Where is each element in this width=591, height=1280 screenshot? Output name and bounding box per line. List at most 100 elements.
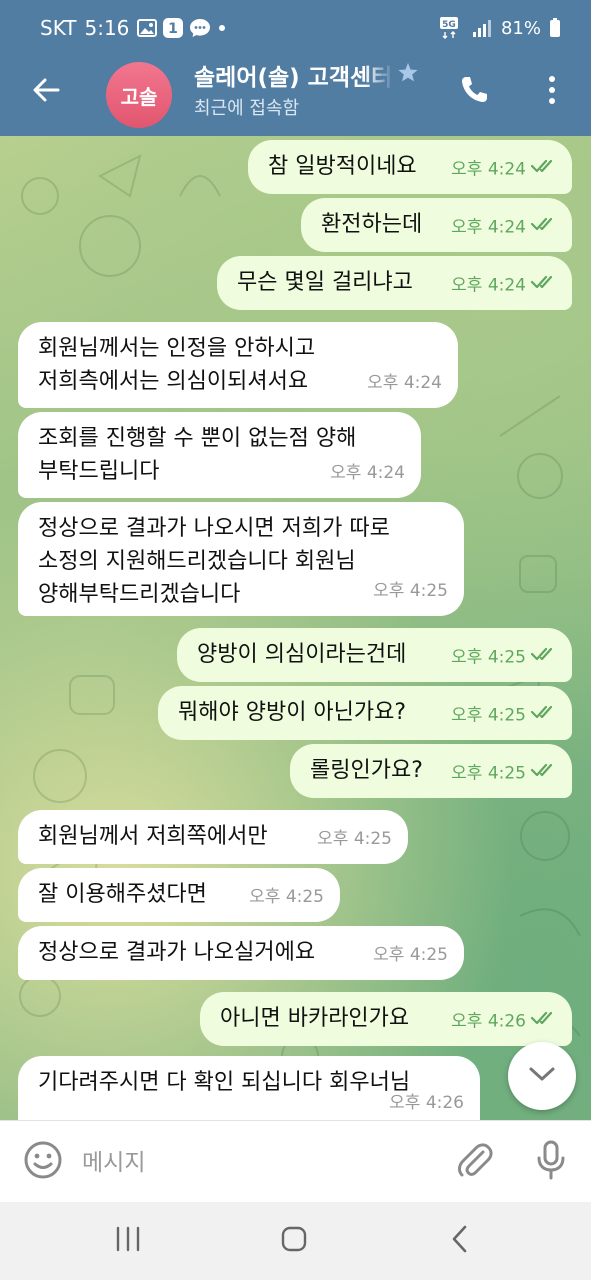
message-time: 오후 4:25 [249, 887, 324, 907]
message-meta: 오후 4:24 [451, 211, 558, 245]
star-icon [396, 61, 420, 89]
network-5g-icon: 5G [439, 16, 463, 40]
message-bubble-icon [189, 18, 211, 38]
more-vertical-icon [547, 75, 557, 109]
message-time: 오후 4:24 [367, 373, 442, 393]
chat-title-block[interactable]: 솔레어(솔) 고객센터 최근에 접속함 [194, 58, 424, 120]
message-meta: 오후 4:24 [451, 269, 558, 303]
message-text: 참 일방적이네요 [268, 154, 417, 179]
message-bubble-outgoing[interactable]: 환전하는데 오후 4:24 [301, 198, 572, 252]
system-nav-bar [0, 1202, 591, 1280]
recent-apps-button[interactable] [106, 1219, 150, 1263]
attach-button[interactable] [452, 1139, 498, 1185]
message-time: 오후 4:26 [451, 1011, 526, 1031]
message-text: 정상으로 결과가 나오시면 저희가 따로 소정의 지원해드리겠습니다 회원님 양… [38, 516, 390, 607]
message-time: 오후 4:25 [451, 647, 526, 667]
phone-icon [458, 74, 490, 110]
badge-one-icon: 1 [163, 18, 184, 38]
message-text: 양방이 의심이라는건데 [197, 642, 407, 667]
message-bubble-outgoing[interactable]: 양방이 의심이라는건데 오후 4:25 [177, 628, 572, 682]
chat-title: 솔레어(솔) 고객센터 [194, 65, 393, 91]
message-bubble-incoming[interactable]: 잘 이용해주셨다면 오후 4:25 [18, 868, 340, 922]
double-check-icon [530, 1005, 558, 1038]
back-icon [450, 1224, 470, 1258]
message-bubble-incoming[interactable]: 기다려주시면 다 확인 되십니다 회우너님 오후 4:26 [18, 1056, 480, 1120]
dot-icon [217, 23, 227, 33]
home-button[interactable] [272, 1219, 316, 1263]
scroll-to-bottom-button[interactable] [508, 1042, 576, 1110]
message-time: 오후 4:24 [330, 463, 405, 483]
more-options-button[interactable] [530, 70, 574, 114]
chevron-down-icon [527, 1064, 557, 1088]
avatar[interactable]: 고솔 [106, 62, 172, 128]
chat-area[interactable]: 참 일방적이네요 오후 4:24 환전하는데 오후 4:24 무슨 몇일 걸리냐… [0, 136, 591, 1120]
message-text: 회원님께서는 인정을 안하시고 저희측에서는 의심이되셔서요 [38, 336, 316, 394]
message-meta: 오후 4:26 [451, 1005, 558, 1039]
message-text: 잘 이용해주셨다면 [38, 882, 207, 907]
message-meta: 오후 4:25 [451, 641, 558, 675]
message-text: 롤링인가요? [310, 758, 423, 783]
avatar-initials: 고솔 [120, 84, 158, 109]
system-back-button[interactable] [438, 1219, 482, 1263]
message-bubble-incoming[interactable]: 정상으로 결과가 나오실거에요 오후 4:25 [18, 926, 464, 980]
double-check-icon [530, 699, 558, 732]
message-time: 오후 4:24 [451, 217, 526, 237]
message-bubble-incoming[interactable]: 정상으로 결과가 나오시면 저희가 따로 소정의 지원해드리겠습니다 회원님 양… [18, 502, 464, 616]
message-text: 회원님께서 저희쪽에서만 [38, 824, 268, 849]
double-check-icon [530, 211, 558, 244]
notification-icons: 1 [137, 18, 227, 38]
message-bubble-outgoing[interactable]: 아니면 바카라인가요 오후 4:26 [200, 992, 572, 1046]
call-button[interactable] [452, 70, 496, 114]
message-input[interactable] [80, 1137, 444, 1189]
message-text: 환전하는데 [321, 212, 423, 237]
message-text: 기다려주시면 다 확인 되십니다 회우너님 [38, 1070, 411, 1095]
double-check-icon [530, 757, 558, 790]
status-bar: SKT 5:16 1 5G 81% [0, 0, 591, 56]
message-bubble-incoming[interactable]: 회원님께서 저희쪽에서만 오후 4:25 [18, 810, 408, 864]
message-bubble-incoming[interactable]: 회원님께서는 인정을 안하시고 저희측에서는 의심이되셔서요 오후 4:24 [18, 322, 458, 408]
home-icon [280, 1225, 308, 1257]
message-text: 아니면 바카라인가요 [220, 1006, 410, 1031]
microphone-icon [533, 1139, 569, 1185]
double-check-icon [530, 641, 558, 674]
carrier-label: SKT [40, 16, 77, 40]
message-bubble-outgoing[interactable]: 무슨 몇일 걸리냐고 오후 4:24 [217, 256, 572, 310]
clock: 5:16 [84, 16, 130, 40]
badge-count: 1 [169, 21, 179, 37]
status-right: 5G 81% [439, 16, 561, 40]
message-bubble-outgoing[interactable]: 참 일방적이네요 오후 4:24 [248, 140, 572, 194]
message-time: 오후 4:25 [451, 705, 526, 725]
network-label: 5G [442, 20, 456, 30]
double-check-icon [530, 269, 558, 302]
gallery-icon [137, 19, 158, 37]
message-text: 뭐해야 양방이 아닌가요? [178, 700, 407, 725]
emoji-button[interactable] [20, 1139, 66, 1185]
message-time: 오후 4:25 [373, 945, 448, 965]
message-bubble-incoming[interactable]: 조회를 진행할 수 뿐이 없는점 양해 부탁드립니다 오후 4:24 [18, 412, 421, 498]
battery-icon [549, 18, 561, 38]
chat-header: 고솔 솔레어(솔) 고객센터 최근에 접속함 [0, 56, 591, 136]
message-time: 오후 4:25 [317, 829, 392, 849]
battery-percent: 81% [500, 17, 541, 39]
status-left: SKT 5:16 1 [40, 16, 227, 40]
message-text: 정상으로 결과가 나오실거에요 [38, 940, 316, 965]
attach-paperclip-icon [455, 1140, 495, 1184]
back-arrow-icon [31, 75, 61, 109]
back-button[interactable] [24, 70, 68, 114]
message-meta: 오후 4:24 [451, 153, 558, 187]
emoji-icon [23, 1140, 63, 1184]
message-text: 조회를 진행할 수 뿐이 없는점 양해 부탁드립니다 [38, 426, 357, 484]
message-bubble-outgoing[interactable]: 뭐해야 양방이 아닌가요? 오후 4:25 [158, 686, 572, 740]
message-time: 오후 4:25 [373, 581, 448, 601]
message-time: 오후 4:25 [451, 763, 526, 783]
microphone-button[interactable] [528, 1139, 574, 1185]
message-time: 오후 4:26 [389, 1093, 464, 1113]
chat-status: 최근에 접속함 [194, 98, 300, 119]
message-bubble-outgoing[interactable]: 롤링인가요? 오후 4:25 [290, 744, 572, 798]
message-meta: 오후 4:25 [451, 699, 558, 733]
message-time: 오후 4:24 [451, 159, 526, 179]
message-time: 오후 4:24 [451, 275, 526, 295]
message-input-bar [0, 1120, 591, 1203]
double-check-icon [530, 153, 558, 186]
recent-apps-icon [114, 1226, 142, 1256]
